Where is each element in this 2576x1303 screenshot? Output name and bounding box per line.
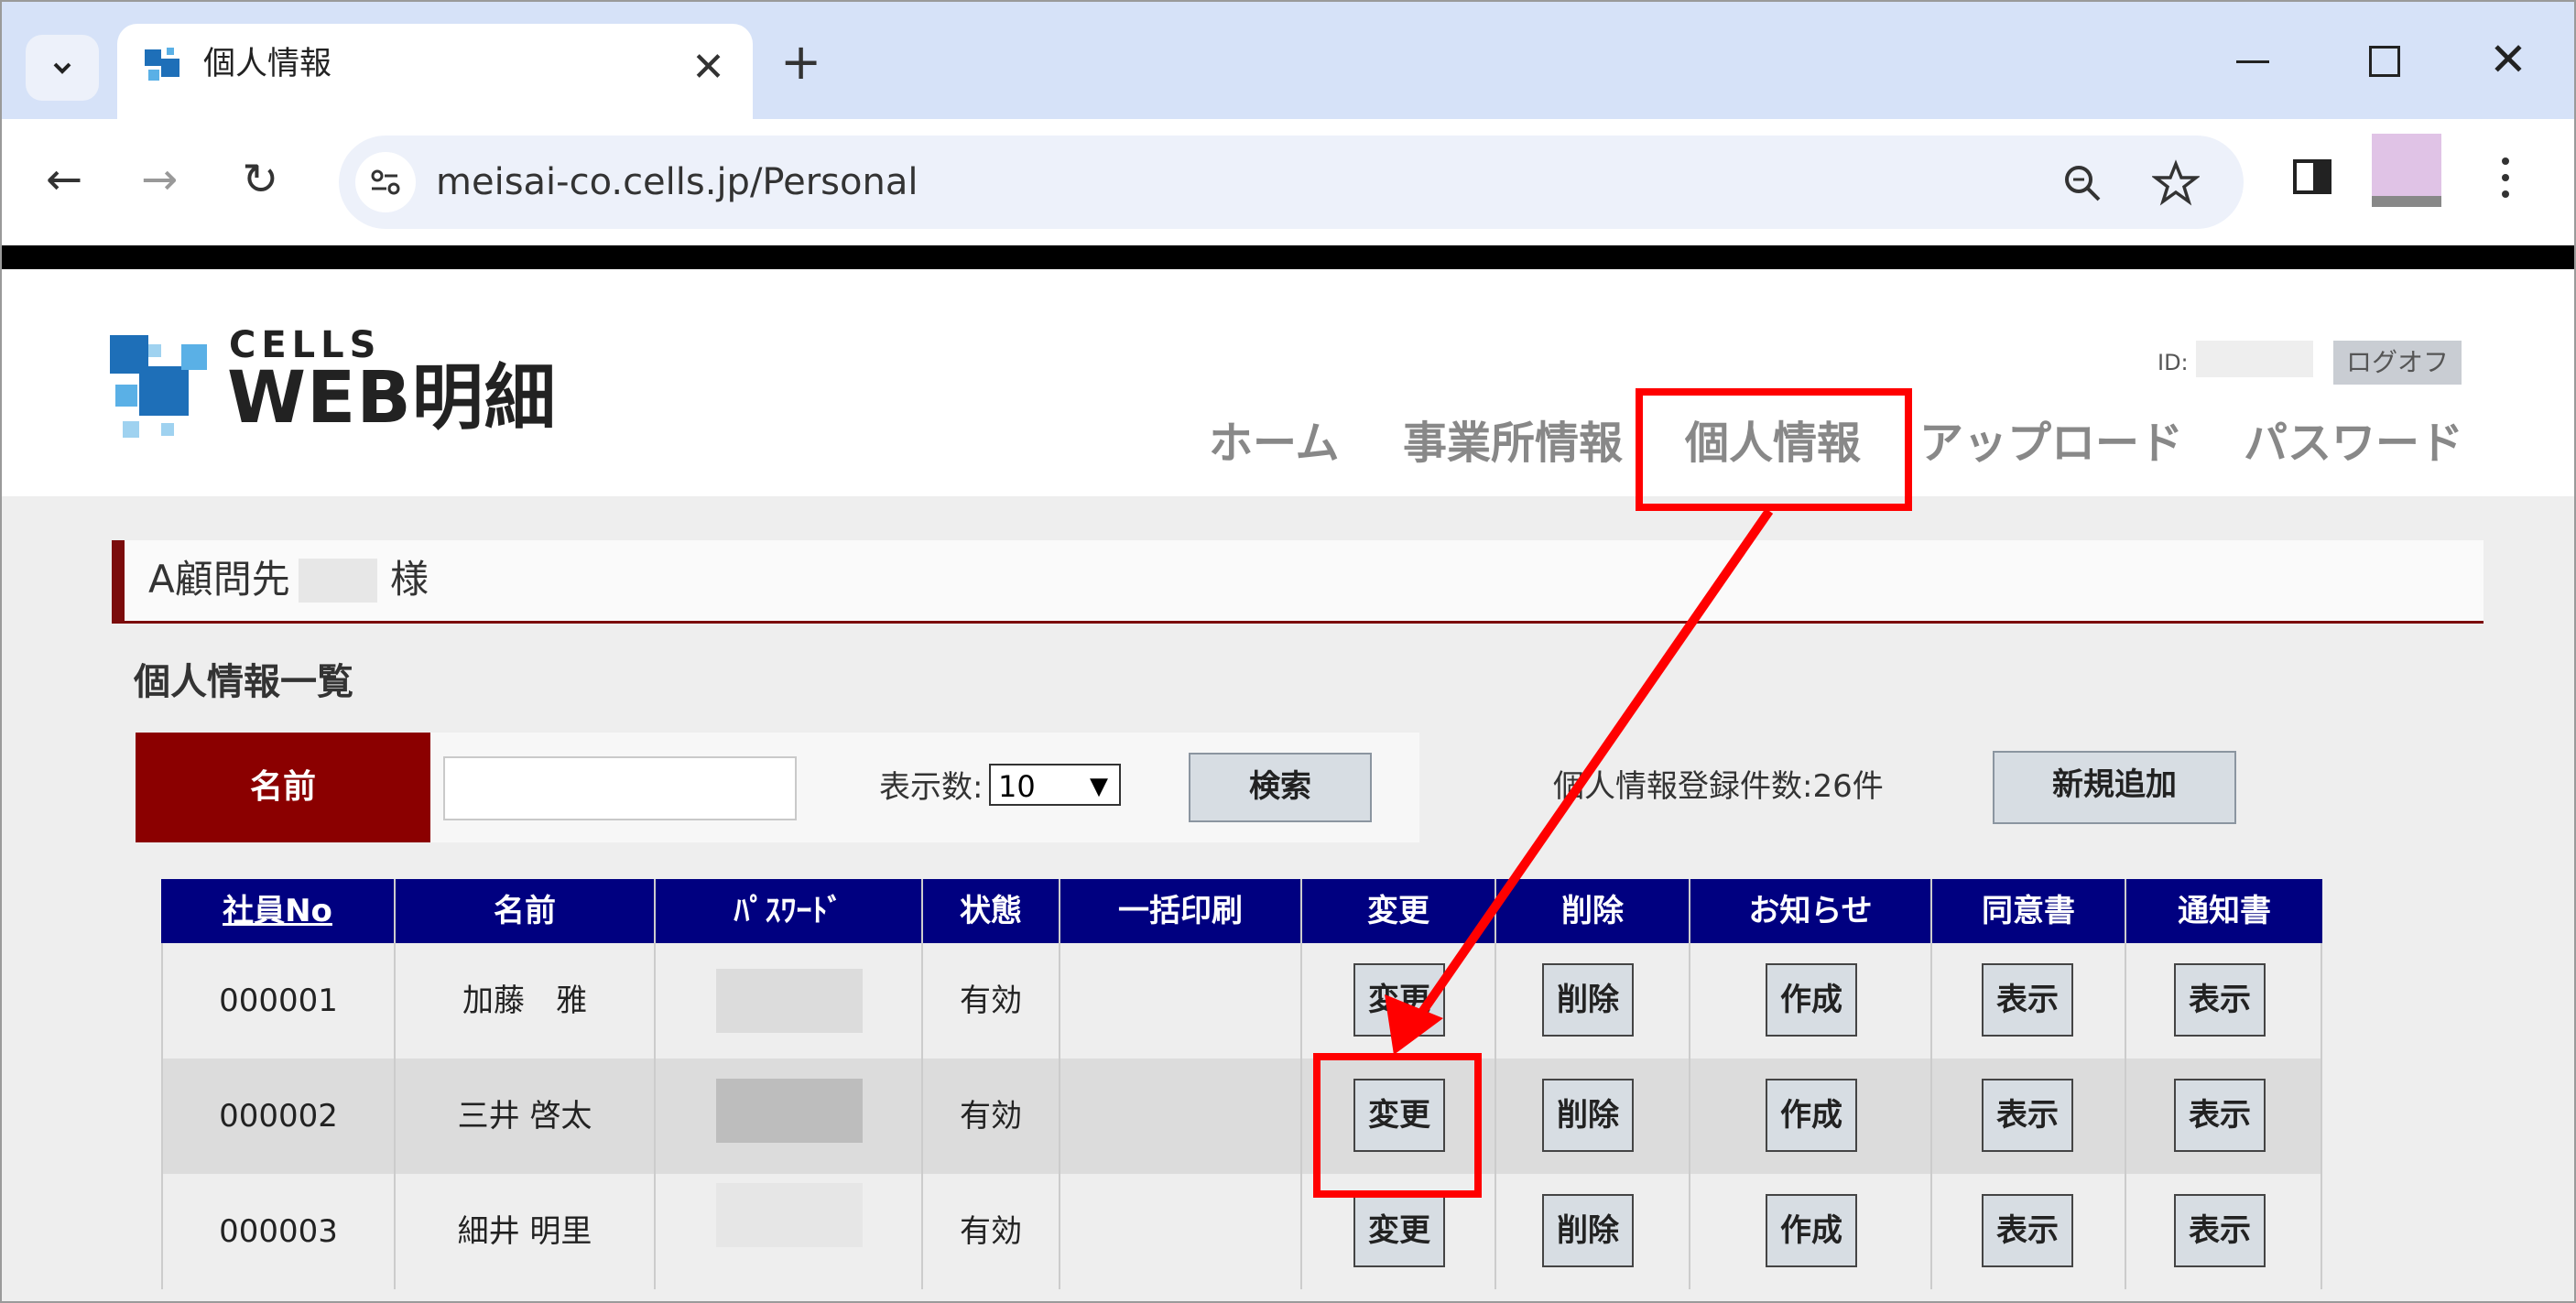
annotation-arrow-icon <box>1385 508 1774 1055</box>
browser-window: 個人情報 ✕ + ✕ ← → ↻ meisai-co.cells.jp/Pers… <box>0 0 2576 1303</box>
